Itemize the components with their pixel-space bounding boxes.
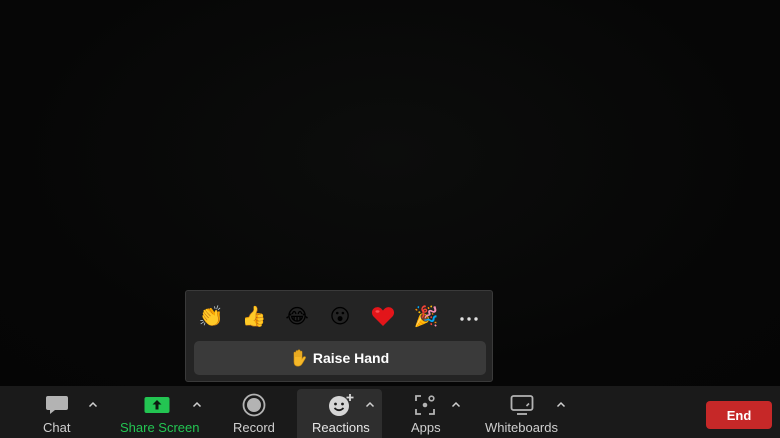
- apps-options-caret[interactable]: [449, 397, 463, 411]
- apps-label: Apps: [411, 420, 441, 435]
- whiteboards-options-caret[interactable]: [554, 397, 568, 411]
- record-button[interactable]: Record: [228, 386, 280, 438]
- apps-button[interactable]: Apps: [404, 386, 446, 438]
- apps-icon: [412, 394, 438, 416]
- share-screen-label: Share Screen: [120, 420, 200, 435]
- end-meeting-button[interactable]: End: [706, 401, 772, 429]
- share-screen-button[interactable]: Share Screen: [118, 386, 200, 438]
- more-reactions-button[interactable]: [452, 301, 486, 331]
- emoji-row: 👏 👍 😂 😮 🎉: [194, 301, 486, 331]
- red-heart-reaction[interactable]: [366, 301, 400, 331]
- open-mouth-icon: 😮: [329, 304, 351, 328]
- clapping-hands-reaction[interactable]: 👏: [194, 301, 228, 331]
- share-screen-options-caret[interactable]: [190, 397, 204, 411]
- thumbs-up-reaction[interactable]: 👍: [237, 301, 271, 331]
- reactions-popup: 👏 👍 😂 😮 🎉 Raise Hand: [185, 290, 493, 382]
- party-popper-reaction[interactable]: 🎉: [409, 301, 443, 331]
- open-mouth-reaction[interactable]: 😮: [323, 301, 357, 331]
- chat-bubble-icon: [44, 394, 70, 416]
- record-label: Record: [233, 420, 275, 435]
- reactions-label: Reactions: [312, 420, 370, 435]
- whiteboards-button[interactable]: Whiteboards: [484, 386, 562, 438]
- chevron-up-icon: [192, 401, 202, 407]
- chat-options-caret[interactable]: [86, 397, 100, 411]
- chevron-up-icon: [556, 401, 566, 407]
- red-heart-icon: [371, 305, 395, 327]
- more-horizontal-icon: [460, 307, 478, 326]
- chevron-up-icon: [88, 401, 98, 407]
- raise-hand-label: Raise Hand: [312, 350, 390, 366]
- share-screen-icon: [144, 394, 170, 416]
- raised-hand-icon: [291, 349, 307, 367]
- clapping-hands-icon: 👏: [198, 304, 224, 328]
- raise-hand-button[interactable]: Raise Hand: [194, 341, 486, 375]
- party-popper-icon: 🎉: [413, 304, 439, 328]
- chevron-up-icon: [451, 401, 461, 407]
- whiteboard-icon: [509, 394, 535, 416]
- reactions-options-caret[interactable]: [363, 397, 377, 411]
- chat-button[interactable]: Chat: [36, 386, 80, 438]
- record-icon: [241, 393, 267, 417]
- thumbs-up-icon: 👍: [241, 304, 267, 328]
- reactions-icon: [326, 394, 356, 416]
- chat-label: Chat: [43, 420, 71, 435]
- meeting-toolbar: [0, 386, 780, 438]
- tears-of-joy-reaction[interactable]: 😂: [280, 301, 314, 331]
- tears-of-joy-icon: 😂: [285, 304, 309, 328]
- chevron-up-icon: [365, 401, 375, 407]
- whiteboards-label: Whiteboards: [485, 420, 558, 435]
- reactions-button[interactable]: Reactions: [306, 386, 372, 438]
